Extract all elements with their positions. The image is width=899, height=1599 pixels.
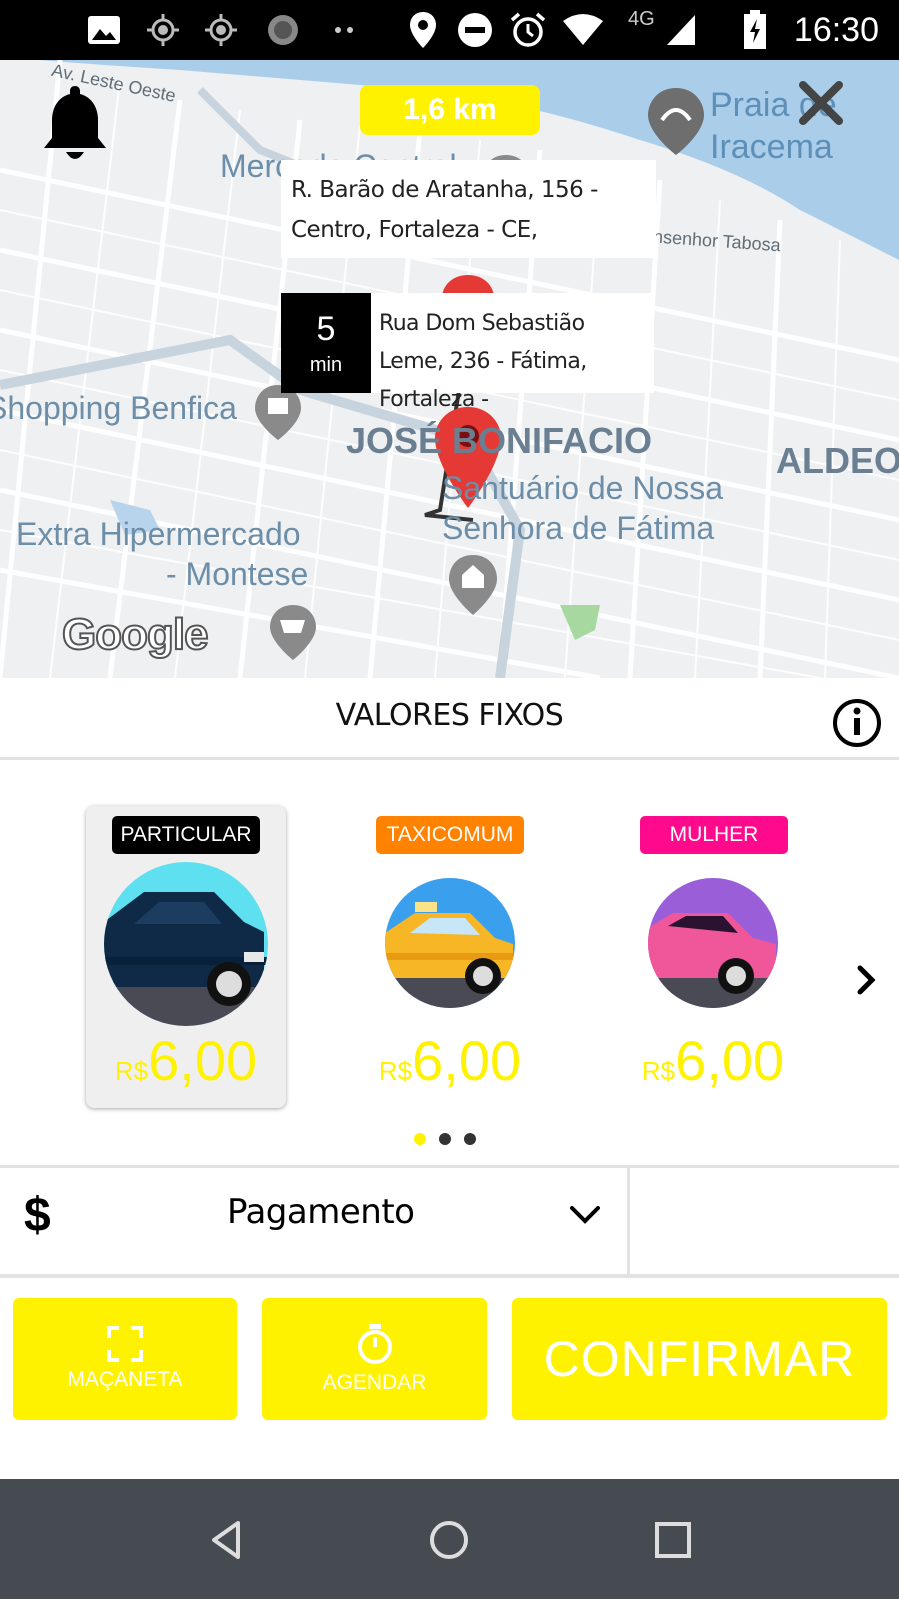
- do-not-disturb-icon: [455, 10, 495, 50]
- vehicle-price: R$6,00: [350, 1028, 550, 1093]
- back-icon[interactable]: [202, 1515, 252, 1565]
- section-title: VALORES FIXOS: [335, 698, 564, 733]
- taxi-car-icon: [385, 878, 515, 1008]
- price-amount: 6,00: [412, 1029, 522, 1092]
- vehicle-card-particular[interactable]: PARTICULAR R$6,00: [86, 806, 286, 1108]
- map-label-fatima: Senhora de Fátima: [442, 510, 715, 546]
- wifi-icon: [560, 10, 606, 50]
- eta-value: 5: [316, 309, 336, 348]
- pink-car-icon: [648, 878, 778, 1008]
- origin-address-card[interactable]: R. Barão de Aratanha, 156 - Centro, Fort…: [281, 160, 656, 258]
- vehicle-card-mulher[interactable]: MULHER R$6,00: [613, 806, 813, 1108]
- vehicle-price: R$6,00: [86, 1028, 286, 1093]
- vehicle-price: R$6,00: [613, 1028, 813, 1093]
- dollar-icon: $: [24, 1189, 51, 1242]
- map-label-montese: - Montese: [166, 556, 309, 592]
- android-nav-bar: [0, 1479, 899, 1599]
- agendar-label: AGENDAR: [322, 1371, 427, 1394]
- distance-badge: 1,6 km: [360, 85, 540, 135]
- close-icon[interactable]: [798, 80, 844, 126]
- map-label-santuario: Santuário de Nossa: [442, 470, 724, 506]
- info-icon[interactable]: [832, 698, 882, 748]
- pagination-dot[interactable]: [439, 1133, 451, 1145]
- currency-symbol: R$: [114, 1056, 149, 1086]
- status-bar: 4G 16:30: [0, 0, 899, 60]
- vehicle-badge: PARTICULAR: [112, 816, 260, 854]
- currency-symbol: R$: [378, 1056, 413, 1086]
- eta-badge: 5 min: [281, 293, 371, 393]
- macaneta-button[interactable]: MAÇANETA: [13, 1298, 237, 1420]
- google-logo: Google: [61, 609, 210, 660]
- clock: 16:30: [793, 11, 879, 49]
- chevron-right-icon[interactable]: [852, 960, 882, 1000]
- gps-icon: [201, 10, 241, 50]
- image-icon: [86, 10, 122, 50]
- eta-unit: min: [309, 353, 343, 376]
- notification-bell-icon[interactable]: [40, 82, 110, 166]
- map-label-extra: Extra Hipermercado: [16, 516, 301, 552]
- chevron-down-icon[interactable]: [568, 1203, 602, 1227]
- payment-select[interactable]: Pagamento: [227, 1192, 415, 1232]
- price-amount: 6,00: [148, 1029, 258, 1092]
- vehicle-badge: TAXICOMUM: [376, 816, 524, 854]
- vehicle-card-taxicomum[interactable]: TAXICOMUM R$6,00: [350, 806, 550, 1108]
- fixed-values-header: VALORES FIXOS: [0, 678, 899, 760]
- vehicle-badge: MULHER: [640, 816, 788, 854]
- alarm-icon: [508, 10, 548, 50]
- stopwatch-icon: [357, 1324, 392, 1364]
- scan-frame-icon: [107, 1326, 143, 1362]
- confirm-button[interactable]: CONFIRMAR: [512, 1298, 887, 1420]
- map-label-aldeota: ALDEOTA: [776, 440, 899, 481]
- pagination-dot[interactable]: [414, 1133, 426, 1145]
- signal-icon: [664, 10, 698, 50]
- pagination-dot[interactable]: [464, 1133, 476, 1145]
- recents-icon[interactable]: [648, 1515, 698, 1565]
- gps-icon: [143, 10, 183, 50]
- network-type: 4G: [628, 8, 655, 30]
- map-label-shopping: Shopping Benfica: [0, 390, 237, 426]
- destination-address-card[interactable]: Rua Dom Sebastião Leme, 236 - Fátima, Fo…: [371, 293, 654, 412]
- price-amount: 6,00: [675, 1029, 785, 1092]
- sedan-car-icon: [104, 862, 268, 1026]
- confirm-label: CONFIRMAR: [543, 1331, 856, 1387]
- location-pin-icon: [403, 10, 443, 50]
- payment-row: $ Pagamento: [0, 1165, 899, 1278]
- home-icon[interactable]: [424, 1515, 474, 1565]
- battery-charging-icon: [740, 10, 770, 50]
- map-label-iracema: Iracema: [710, 128, 833, 166]
- agendar-button[interactable]: AGENDAR: [262, 1298, 487, 1420]
- carousel-pagination: [414, 1133, 476, 1147]
- map-label-bairro: JOSÉ BONIFACIO: [346, 420, 653, 461]
- macaneta-label: MAÇANETA: [67, 1368, 183, 1391]
- currency-symbol: R$: [641, 1056, 676, 1086]
- origin-address-text: R. Barão de Aratanha, 156 - Centro, Fort…: [291, 177, 598, 243]
- more-dots-icon: [330, 10, 360, 50]
- sync-icon: [263, 10, 303, 50]
- divider: [627, 1168, 630, 1274]
